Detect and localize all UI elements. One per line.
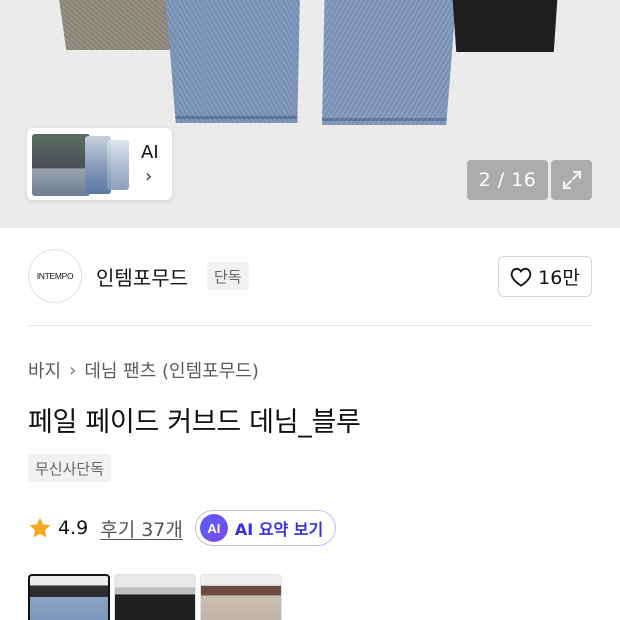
brand-name[interactable]: 인템포무드 [96,262,188,291]
star-icon [29,517,51,538]
product-photo-khaki-jeans [57,0,175,50]
like-count: 16만 [538,267,580,289]
product-photo-blue-jeans-left [165,0,300,123]
ai-thumbnail-image [32,134,90,196]
product-photo-blue-jeans-right [322,0,457,125]
rating-row: 4.9 후기 37개 AI AI 요약 보기 [28,510,337,546]
chevron-right-icon: › [145,166,153,187]
product-title: 페일 페이드 커브드 데님_블루 [28,407,361,438]
brand-logo[interactable]: INTEMPO [28,249,82,303]
color-option-thumbnail[interactable] [200,574,282,620]
breadcrumb: 바지 › 데님 팬츠 (인템포무드) [28,357,259,383]
product-image-carousel[interactable]: AI › 2 / 16 [0,0,620,228]
ai-styling-thumbnail-card[interactable]: AI › [27,128,172,200]
image-counter: 2 / 16 [467,160,548,200]
ai-summary-label: AI 요약 보기 [234,520,324,539]
breadcrumb-item-denim[interactable]: 데님 팬츠 (인템포무드) [84,357,259,383]
color-option-thumbnail-selected[interactable] [28,574,110,620]
ai-thumbnail-image [107,140,129,190]
expand-icon[interactable] [551,160,592,200]
rating-value: 4.9 [58,517,89,539]
divider [28,325,592,326]
brand-exclusive-badge: 단독 [207,262,249,290]
reviews-link[interactable]: 후기 37개 [100,515,183,542]
ai-icon: AI [199,514,228,542]
chevron-right-icon: › [69,359,77,381]
ai-summary-button[interactable]: AI AI 요약 보기 [194,510,337,546]
musinsa-exclusive-badge: 무신사단독 [28,454,112,482]
breadcrumb-item-pants[interactable]: 바지 [28,357,61,383]
like-button[interactable]: 16만 [498,256,592,297]
ai-thumbnail-label: AI [141,142,159,163]
heart-icon [510,267,532,287]
product-photo-black-jeans [452,0,558,52]
color-option-thumbnail[interactable] [114,574,196,620]
